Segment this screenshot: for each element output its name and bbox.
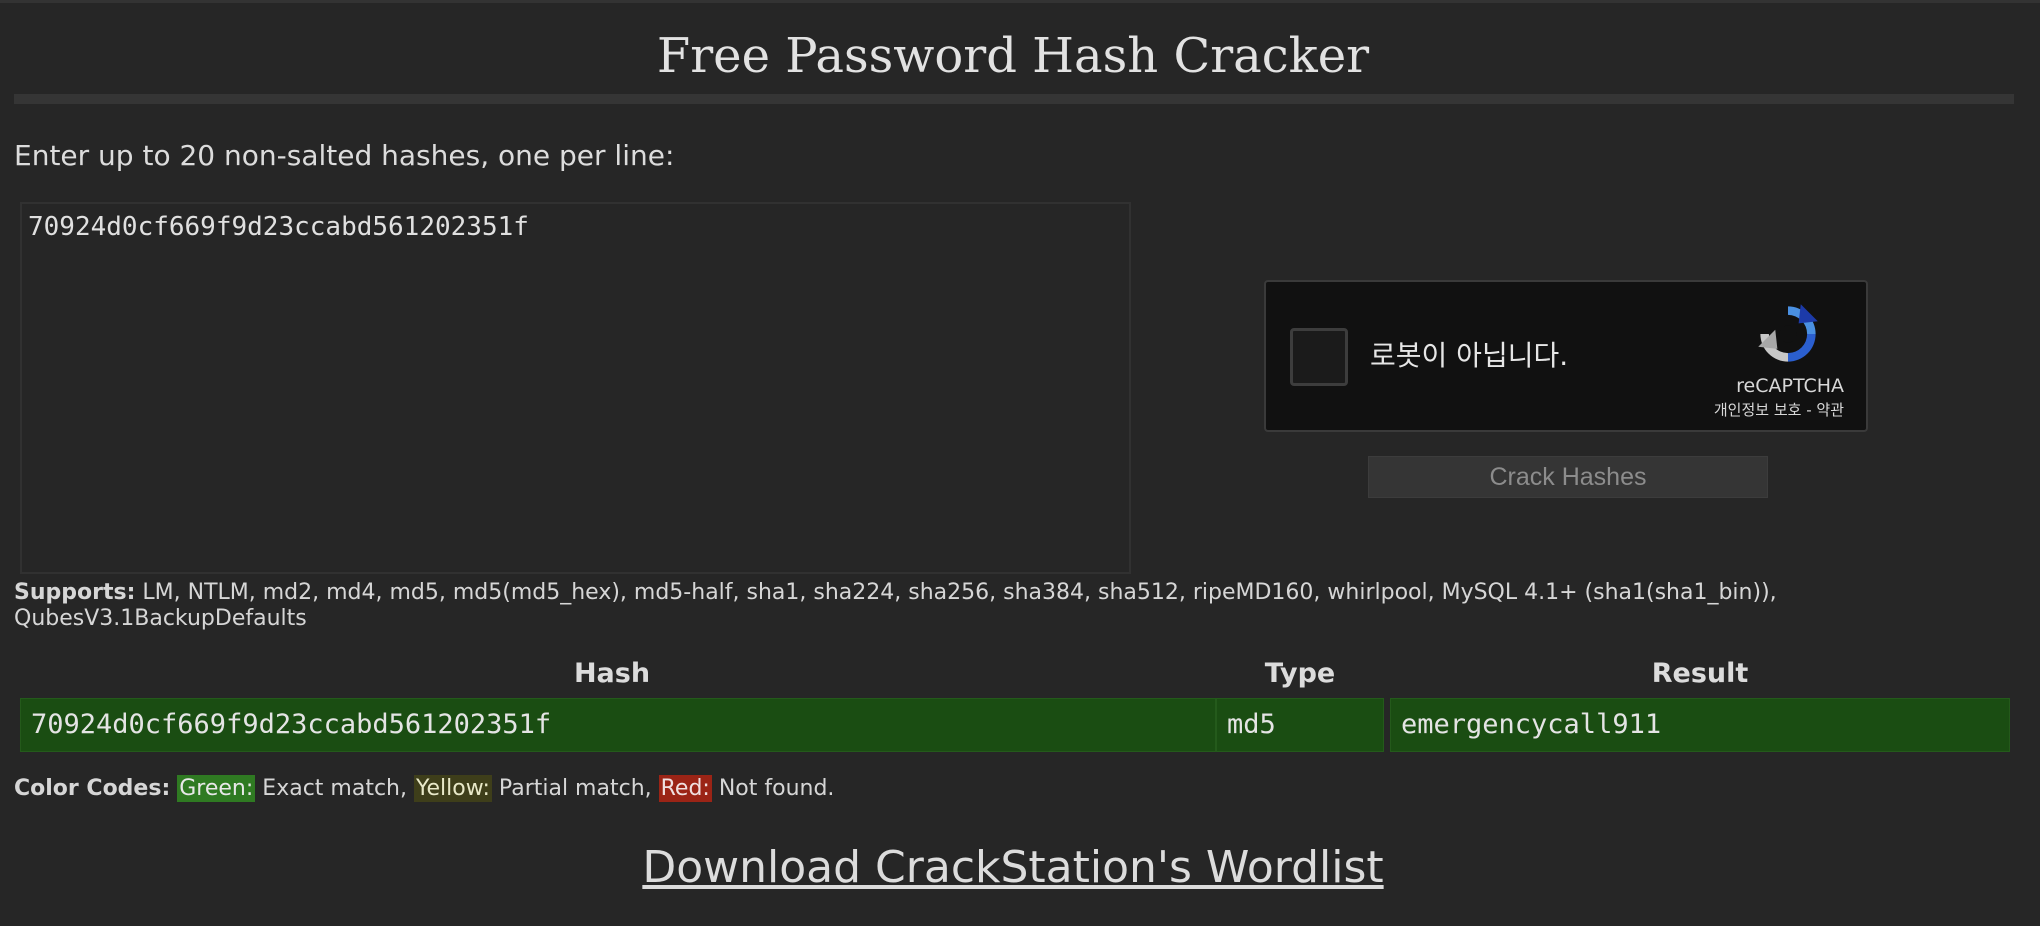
legend-red-tag: Red: — [658, 775, 712, 802]
supports-label: Supports: — [14, 580, 136, 605]
recaptcha-widget: 로봇이 아닙니다. reCAPTCHA 개인정보 보호 - 약관 — [1264, 280, 1868, 432]
column-header-type: Type — [1264, 658, 1336, 689]
recaptcha-checkbox[interactable] — [1290, 328, 1348, 386]
supported-hash-types: Supports: LM, NTLM, md2, md4, md5, md5(m… — [14, 580, 2004, 632]
download-wordlist-link[interactable]: Download CrackStation's Wordlist — [0, 840, 2026, 896]
color-codes-label: Color Codes: — [14, 776, 171, 801]
download-wordlist-label[interactable]: Download CrackStation's Wordlist — [642, 842, 1383, 893]
page-title: Free Password Hash Cracker — [656, 28, 1370, 84]
legend-yellow-tag: Yellow: — [413, 775, 492, 802]
hash-input-prompt: Enter up to 20 non-salted hashes, one pe… — [14, 139, 675, 172]
recaptcha-brand: reCAPTCHA — [1736, 375, 1844, 397]
legend-green-tag: Green: — [177, 775, 256, 802]
column-header-result: Result — [1651, 658, 1749, 689]
recaptcha-icon — [1758, 304, 1818, 362]
recaptcha-privacy-link[interactable]: 개인정보 보호 — [1714, 401, 1802, 419]
color-codes-legend: Color Codes: Green: Exact match, Yellow:… — [14, 774, 834, 804]
result-cell-hash: 70924d0cf669f9d23ccabd561202351f — [20, 698, 1216, 752]
legend-yellow-desc: Partial match, — [491, 776, 659, 801]
top-border — [0, 0, 2040, 3]
recaptcha-label: 로봇이 아닙니다. — [1370, 339, 1569, 372]
recaptcha-links: 개인정보 보호 - 약관 — [1714, 400, 1844, 420]
crack-hashes-button[interactable]: Crack Hashes — [1368, 456, 1768, 498]
recaptcha-link-separator: - — [1801, 401, 1817, 419]
legend-green-desc: Exact match, — [255, 776, 414, 801]
result-cell-result: emergencycall911 — [1390, 698, 2010, 752]
hash-input-textarea[interactable]: 70924d0cf669f9d23ccabd561202351f — [20, 202, 1131, 574]
result-cell-type: md5 — [1216, 698, 1384, 752]
column-header-hash: Hash — [573, 658, 651, 689]
legend-red-desc: Not found. — [711, 776, 835, 801]
title-divider — [14, 94, 2014, 104]
recaptcha-terms-link[interactable]: 약관 — [1816, 401, 1844, 419]
supports-list: LM, NTLM, md2, md4, md5, md5(md5_hex), m… — [14, 580, 1777, 631]
